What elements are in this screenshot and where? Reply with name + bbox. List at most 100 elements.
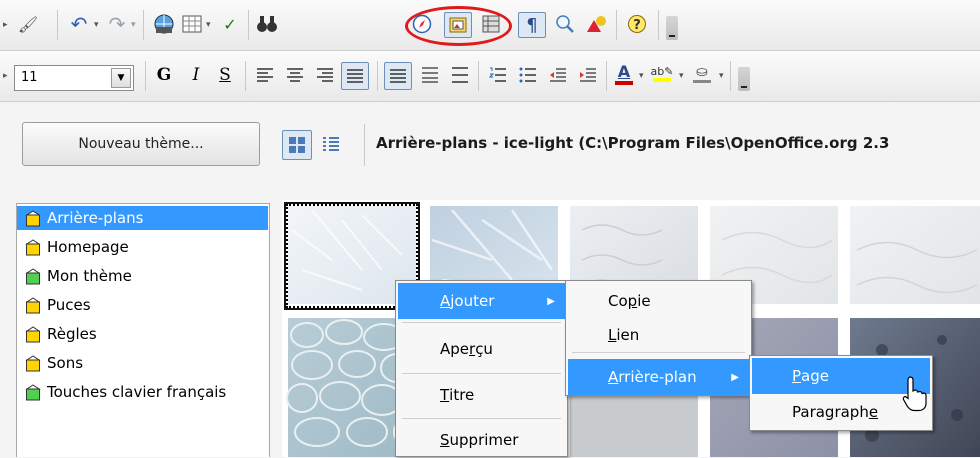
- toolbar-separator: [248, 10, 249, 40]
- thumbnail-ice-5[interactable]: [850, 206, 980, 304]
- theme-item-homepage[interactable]: Homepage: [17, 235, 268, 259]
- underline-button[interactable]: S: [213, 63, 237, 87]
- background-color-icon[interactable]: ⛀: [690, 61, 714, 85]
- toolbar-separator: [245, 61, 246, 91]
- label-post: ien: [616, 326, 640, 344]
- theme-item-touches-clavier[interactable]: Touches clavier français: [17, 380, 268, 404]
- chevron-down-icon[interactable]: ▼: [111, 68, 131, 88]
- label-pre: Ape: [440, 340, 470, 358]
- font-color-icon[interactable]: A: [612, 61, 636, 85]
- undo-icon[interactable]: ↶: [67, 12, 91, 36]
- label-post: itre: [449, 386, 475, 404]
- line-spacing-2-icon[interactable]: [448, 63, 472, 87]
- table-icon[interactable]: [180, 12, 204, 36]
- label-post: ie: [637, 292, 651, 310]
- help-icon[interactable]: ?: [625, 12, 649, 36]
- label-post: upprimer: [449, 431, 519, 449]
- theme-icon-green: [25, 383, 41, 401]
- mouse-pointer-icon: [902, 376, 927, 412]
- theme-item-mon-theme[interactable]: Mon thème: [17, 264, 268, 288]
- theme-icon-yellow: [25, 238, 41, 256]
- find-replace-icon[interactable]: [255, 12, 279, 36]
- menu-item-ajouter[interactable]: Ajouter ▶: [398, 283, 565, 319]
- font-color-letter: A: [617, 61, 631, 81]
- theme-label: Homepage: [47, 238, 129, 256]
- toolbar-separator: [145, 61, 146, 91]
- menu-item-copie[interactable]: Co p ie: [568, 283, 749, 319]
- show-draw-functions-icon[interactable]: ✓: [218, 12, 242, 36]
- theme-item-arriere-plans[interactable]: Arrière-plans: [17, 206, 268, 230]
- undo-dropdown-icon[interactable]: ▾: [94, 20, 99, 30]
- icon-view-button[interactable]: [282, 130, 312, 160]
- accel-letter: A: [440, 292, 451, 310]
- detailed-view-button[interactable]: [316, 130, 346, 160]
- toolbar-grip-icon: ▸: [3, 20, 8, 30]
- highlighting-dropdown-icon[interactable]: ▾: [679, 71, 684, 81]
- theme-item-sons[interactable]: Sons: [17, 351, 268, 375]
- theme-item-puces[interactable]: Puces: [17, 293, 268, 317]
- theme-icon-yellow: [25, 296, 41, 314]
- new-theme-button[interactable]: Nouveau thème...: [22, 122, 260, 166]
- accel-letter: A: [608, 368, 619, 386]
- theme-label: Sons: [47, 354, 84, 372]
- font-color-bar: [615, 80, 633, 85]
- menu-separator: [402, 418, 561, 419]
- zoom-icon[interactable]: [553, 12, 577, 36]
- font-size-combobox[interactable]: 11 ▼: [14, 65, 134, 91]
- grid-view-icon: [289, 137, 305, 153]
- formatting-toolbar: ▸ G I S A ▾ ab✎ ▾ ⛀ ▾: [0, 51, 980, 102]
- toolbar-grip-icon: ▸: [3, 71, 8, 81]
- theme-label: Règles: [47, 325, 97, 343]
- theme-label: Touches clavier français: [47, 383, 227, 401]
- menu-separator: [572, 352, 745, 353]
- highlighting-icon[interactable]: ab✎: [650, 61, 674, 85]
- align-right-icon[interactable]: [313, 63, 337, 87]
- align-left-icon[interactable]: [253, 63, 277, 87]
- toolbar-overflow-button[interactable]: [666, 16, 678, 40]
- background-color-dropdown-icon[interactable]: ▾: [719, 71, 724, 81]
- theme-item-regles[interactable]: Règles: [17, 322, 268, 346]
- justify-icon[interactable]: [341, 62, 369, 90]
- highlight-color-bar: [653, 77, 671, 82]
- theme-label: Puces: [47, 296, 91, 314]
- toolbar-separator: [143, 10, 144, 40]
- line-spacing-1-5-icon[interactable]: [418, 63, 442, 87]
- toolbar-separator: [606, 61, 607, 91]
- menu-label: Ajouter: [440, 292, 494, 310]
- header-separator: [364, 124, 365, 166]
- menu-item-supprimer[interactable]: Supprimer: [398, 422, 565, 458]
- label-pre: Paragraph: [792, 403, 869, 421]
- font-color-dropdown-icon[interactable]: ▾: [639, 71, 644, 81]
- accel-letter: S: [440, 431, 450, 449]
- standard-toolbar: ▸ 🖌 ↶ ▾ ↷ ▾ ▾ ✓ ¶ ?: [0, 0, 980, 51]
- increase-indent-icon[interactable]: [576, 63, 600, 87]
- menu-item-apercu[interactable]: Ape r çu: [398, 331, 565, 367]
- theme-label: Arrière-plans: [47, 209, 144, 227]
- redo-dropdown-icon[interactable]: ▾: [131, 20, 136, 30]
- toolbar-overflow-button[interactable]: [738, 67, 750, 91]
- italic-button[interactable]: I: [184, 63, 208, 87]
- bullets-icon[interactable]: [516, 63, 540, 87]
- context-menu: Ajouter ▶ Ape r çu Titre Supprimer: [395, 280, 568, 457]
- formatting-marks-icon[interactable]: ¶: [518, 12, 546, 38]
- menu-item-titre[interactable]: Titre: [398, 377, 565, 413]
- redo-icon[interactable]: ↷: [105, 12, 129, 36]
- align-center-icon[interactable]: [283, 63, 307, 87]
- toolbar-separator: [57, 10, 58, 40]
- menu-separator: [402, 322, 561, 323]
- line-spacing-1-icon[interactable]: [384, 62, 412, 90]
- theme-icon-yellow: [25, 325, 41, 343]
- basic-shapes-icon[interactable]: [584, 12, 608, 36]
- paintbrush-icon[interactable]: 🖌: [16, 12, 40, 36]
- label-post: rrière-plan: [618, 368, 697, 386]
- table-dropdown-icon[interactable]: ▾: [206, 20, 211, 30]
- numbering-icon[interactable]: [486, 63, 510, 87]
- red-annotation-circle: [405, 6, 512, 46]
- decrease-indent-icon[interactable]: [546, 63, 570, 87]
- theme-icon-yellow: [25, 354, 41, 372]
- list-view-icon: [323, 137, 339, 151]
- hyperlink-icon[interactable]: [152, 12, 176, 36]
- menu-item-lien[interactable]: Lien: [568, 317, 749, 353]
- menu-item-arriere-plan[interactable]: Arrière-plan ▶: [568, 359, 749, 395]
- bold-button[interactable]: G: [152, 63, 176, 87]
